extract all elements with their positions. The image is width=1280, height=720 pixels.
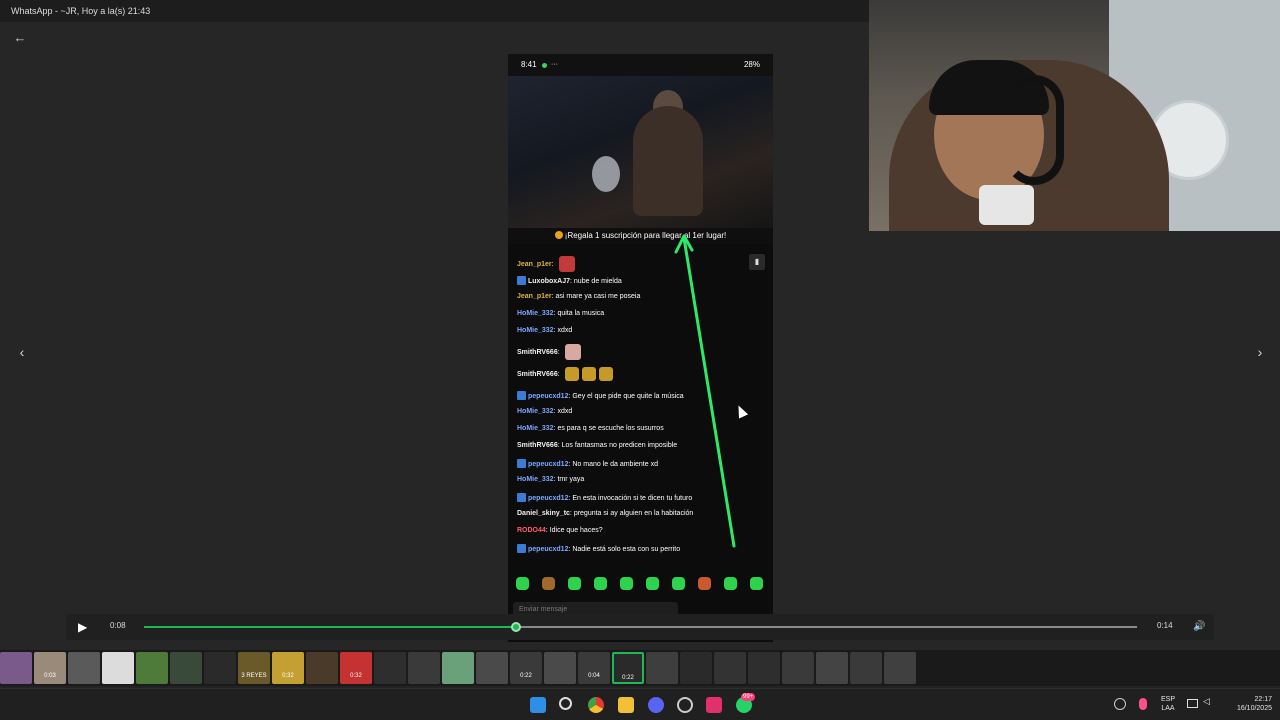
- media-thumbnail[interactable]: [0, 652, 32, 684]
- sync-icon[interactable]: [1114, 698, 1126, 710]
- search-icon[interactable]: [559, 697, 572, 710]
- notification-badge: 99+: [741, 693, 756, 701]
- volume-icon[interactable]: 🔊: [1193, 620, 1207, 634]
- media-thumbnail[interactable]: 0:22: [612, 652, 644, 684]
- tiktok-icon[interactable]: [706, 697, 722, 713]
- media-thumbnail[interactable]: [782, 652, 814, 684]
- media-thumbnail[interactable]: [748, 652, 780, 684]
- play-icon[interactable]: ▶: [78, 620, 88, 634]
- media-thumbnail[interactable]: 0:04: [578, 652, 610, 684]
- windows-taskbar: [0, 688, 1280, 720]
- media-thumbnail[interactable]: 0:22: [510, 652, 542, 684]
- media-thumbnail[interactable]: [646, 652, 678, 684]
- seek-bar[interactable]: [144, 622, 1137, 632]
- obs-icon[interactable]: [677, 697, 693, 713]
- total-time: 0:14: [1157, 621, 1173, 630]
- discord-icon[interactable]: [648, 697, 664, 713]
- media-thumbnail[interactable]: [68, 652, 100, 684]
- seek-bar-progress: [144, 626, 517, 628]
- media-thumbnail[interactable]: [408, 652, 440, 684]
- file-explorer-icon[interactable]: [618, 697, 634, 713]
- media-thumbnail[interactable]: [544, 652, 576, 684]
- media-thumbnail[interactable]: [714, 652, 746, 684]
- language-indicator[interactable]: ESP LAA: [1158, 695, 1178, 713]
- webcam-overlay: [869, 0, 1280, 231]
- media-thumbnail[interactable]: [850, 652, 882, 684]
- media-thumbnail[interactable]: [170, 652, 202, 684]
- media-thumbnail[interactable]: 0:32: [272, 652, 304, 684]
- headset-object: [1004, 75, 1064, 185]
- clock-time: 22:17: [1254, 696, 1272, 703]
- microphone-object: [979, 185, 1034, 225]
- clock-date: 16/10/2025: [1236, 705, 1272, 712]
- media-thumbnail[interactable]: [306, 652, 338, 684]
- speaker-icon[interactable]: ◁: [1203, 697, 1210, 706]
- network-icon[interactable]: [1187, 699, 1198, 708]
- media-thumbnail[interactable]: 3 REYES: [238, 652, 270, 684]
- language-top: ESP: [1160, 696, 1175, 703]
- language-bottom: LAA: [1161, 705, 1175, 712]
- microphone-icon[interactable]: [1139, 698, 1147, 710]
- media-thumbnail[interactable]: [680, 652, 712, 684]
- media-thumbnail[interactable]: [102, 652, 134, 684]
- media-thumbnail[interactable]: [374, 652, 406, 684]
- media-thumbnail[interactable]: [442, 652, 474, 684]
- media-thumbnail[interactable]: [884, 652, 916, 684]
- media-thumbnail[interactable]: 0:03: [34, 652, 66, 684]
- chrome-icon[interactable]: [588, 697, 604, 713]
- media-thumbnail[interactable]: [476, 652, 508, 684]
- media-thumbnail[interactable]: 0:32: [340, 652, 372, 684]
- media-thumbnail[interactable]: [816, 652, 848, 684]
- current-time: 0:08: [110, 621, 126, 630]
- media-thumbnail[interactable]: [204, 652, 236, 684]
- windows-start-icon[interactable]: [530, 697, 546, 713]
- media-thumbnail[interactable]: [136, 652, 168, 684]
- clock[interactable]: 22:17 16/10/2025: [1222, 695, 1272, 713]
- media-thumbnail-strip: 0:03 3 REYES 0:32 0:32 0:22 0:04 0:22: [0, 650, 1280, 686]
